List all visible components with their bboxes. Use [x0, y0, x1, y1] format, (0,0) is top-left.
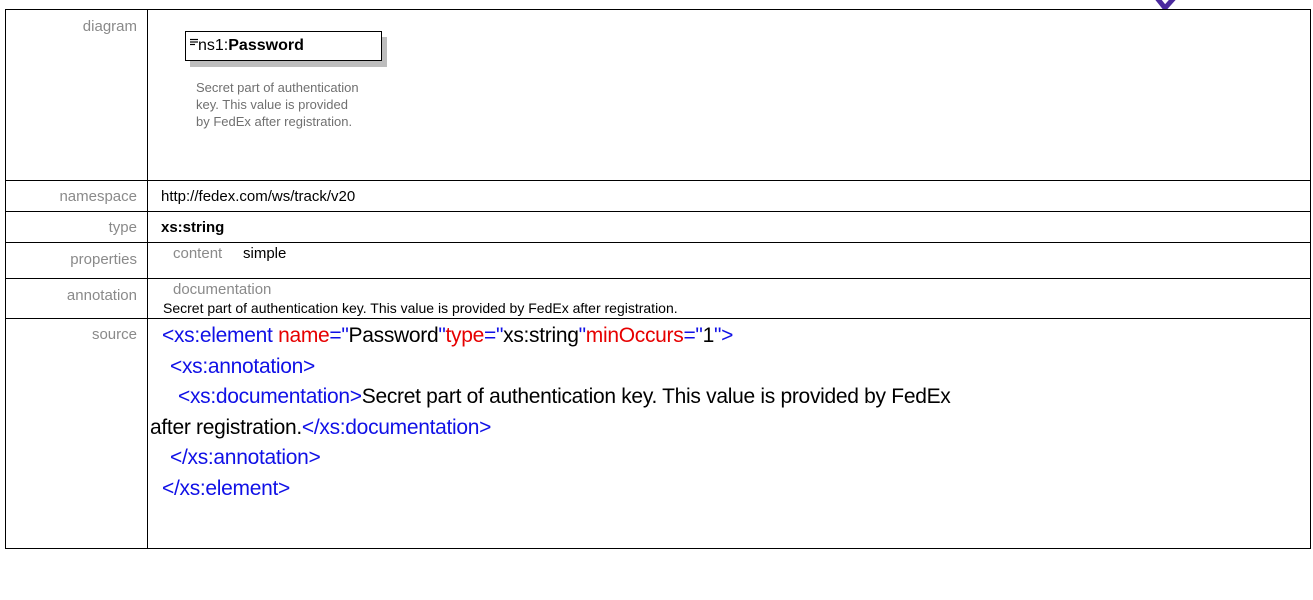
source-cell: <xs:element name="Password"type="xs:stri… [147, 318, 1311, 549]
source-value: Password [348, 324, 439, 347]
source-tag-close: "> [713, 324, 734, 347]
property-value: simple [243, 245, 287, 262]
row-source: source <xs:element name="Password"type="… [5, 318, 1311, 549]
diagram-documentation: Secret part of authentication key. This … [196, 79, 476, 130]
properties-cell: content simple [147, 242, 1311, 279]
row-diagram: diagram ns1:Password Secret part of auth… [5, 9, 1311, 181]
row-namespace: namespace http://fedex.com/ws/track/v20 [5, 180, 1311, 212]
source-value: 1 [702, 324, 715, 347]
schema-doc-page: diagram ns1:Password Secret part of auth… [0, 0, 1313, 600]
source-line-5: </xs:annotation> [148, 443, 1310, 474]
source-attr: name [278, 324, 330, 347]
label-namespace: namespace [5, 180, 148, 212]
source-tag: <xs:annotation> [170, 354, 315, 378]
label-diagram: diagram [5, 9, 148, 181]
source-tag: </xs:element> [162, 476, 291, 500]
label-annotation: annotation [5, 278, 148, 319]
property-content: content simple [148, 243, 1310, 262]
source-eq: =" [329, 324, 349, 347]
type-value[interactable]: xs:string [161, 219, 224, 236]
property-key: content [173, 245, 223, 262]
source-value: xs:string [503, 324, 579, 347]
source-quote: " [578, 324, 586, 347]
annotation-cell: documentation Secret part of authenticat… [147, 278, 1311, 319]
source-line-4: after registration.</xs:documentation> [148, 413, 1310, 444]
row-type: type xs:string [5, 211, 1311, 243]
source-eq: =" [683, 324, 703, 347]
source-quote: " [438, 324, 446, 347]
element-prefix: ns1: [198, 37, 229, 54]
diagram-doc-line: by FedEx after registration. [196, 114, 353, 129]
type-cell: xs:string [147, 211, 1311, 243]
annotation-text: Secret part of authentication key. This … [163, 300, 678, 316]
source-tag: </xs:documentation> [301, 415, 492, 439]
element-local-name: Password [228, 37, 304, 54]
source-line-1: <xs:element name="Password"type="xs:stri… [148, 321, 1310, 352]
source-line-6: </xs:element> [148, 474, 1310, 505]
label-type: type [5, 211, 148, 243]
source-tag: <xs:documentation> [178, 385, 362, 408]
element-properties-table: diagram ns1:Password Secret part of auth… [5, 9, 1311, 549]
source-attr: type [445, 324, 485, 347]
source-tag: <xs:element [162, 324, 273, 347]
source-text: after registration. [150, 415, 302, 439]
source-tag: </xs:annotation> [170, 446, 321, 469]
source-line-3: <xs:documentation>Secret part of authent… [148, 382, 1310, 413]
source-text: Secret part of authentication key. This … [361, 385, 951, 408]
label-source: source [5, 318, 148, 549]
element-box[interactable]: ns1:Password [185, 31, 382, 61]
source-eq: =" [484, 324, 504, 347]
row-annotation: annotation documentation Secret part of … [5, 278, 1311, 319]
source-code: <xs:element name="Password"type="xs:stri… [148, 319, 1310, 504]
diagram-cell: ns1:Password Secret part of authenticati… [147, 9, 1311, 181]
row-properties: properties content simple [5, 242, 1311, 279]
diagram-doc-line: Secret part of authentication [196, 80, 359, 95]
element-name: ns1:Password [198, 37, 304, 55]
label-properties: properties [5, 242, 148, 279]
source-attr: minOccurs [585, 324, 684, 347]
namespace-value: http://fedex.com/ws/track/v20 [147, 180, 1311, 212]
source-line-2: <xs:annotation> [148, 352, 1310, 383]
diagram-doc-line: key. This value is provided [196, 97, 348, 112]
element-diagram: ns1:Password Secret part of authenticati… [148, 10, 1310, 180]
annotation-heading: documentation [173, 281, 272, 298]
